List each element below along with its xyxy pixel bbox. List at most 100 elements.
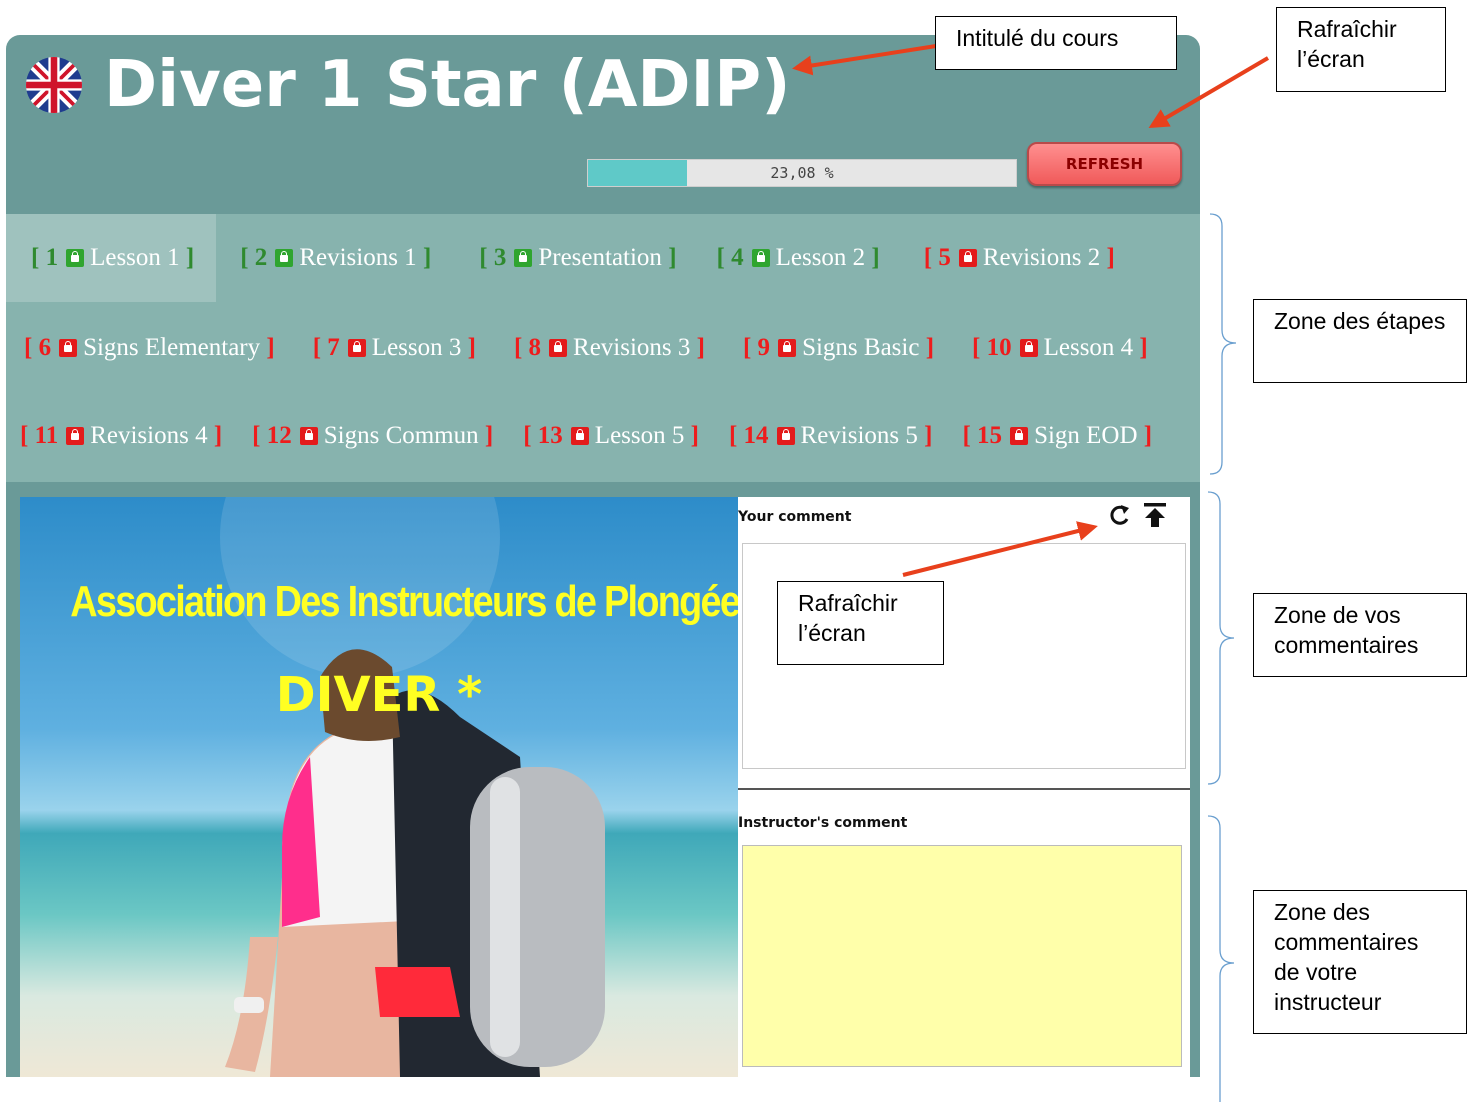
step-10[interactable]: [ 10 Lesson 4 ] [970,304,1150,392]
step-1[interactable]: [ 1 Lesson 1 ] [6,214,217,302]
step-bracket: ] [924,422,933,449]
step-bracket: ] [1139,334,1148,361]
step-3[interactable]: [ 3 Presentation ] [477,214,678,302]
annotation-instructor-zone: Zone des commentaires de votre instructe… [1253,890,1467,1034]
step-label: Revisions 2 ] [982,244,1115,271]
image-subtitle: DIVER * [275,667,483,723]
lock-icon [66,427,85,445]
unlocked-icon [66,249,85,267]
step-label: Signs Elementary ] [83,334,275,361]
annotation-course-title: Intitulé du cours [935,16,1177,70]
step-14[interactable]: [ 14 Revisions 5 ] [727,392,935,480]
step-bracket: ] [1143,422,1153,449]
steps-row: [ 6 Signs Elementary ] [ 7 Lesson 3 ] [ 8 Rev… [6,304,1200,392]
lock-icon [958,249,977,267]
step-9[interactable]: [ 9 Signs Basic ] [741,304,936,392]
step-4[interactable]: [ 4 Lesson 2 ] [715,214,882,302]
step-number: [ 8 [513,334,542,361]
step-number: [ 10 [972,334,1012,361]
step-label: Revisions 4 ] [90,422,223,449]
step-number: [ 5 [923,244,951,271]
step-label: Lesson 4 ] [1043,334,1148,361]
progress-text: 23,08 % [770,164,834,182]
step-label: Revisions 1 ] [299,244,432,271]
step-bracket: ] [1106,244,1115,271]
step-bracket: ] [185,244,195,271]
step-12[interactable]: [ 12 Signs Commun ] [250,392,495,480]
lock-icon [778,339,797,357]
step-bracket: ] [668,244,677,271]
step-number: [ 14 [728,422,769,449]
refresh-button[interactable]: REFRESH [1027,142,1182,186]
image-title: Association Des Instructeurs de Plongée [70,577,738,626]
step-2[interactable]: [ 2 Revisions 1 ] [238,214,433,302]
steps-row: [ 11 Revisions 4 ] [ 12 Signs Commun ] [ 13 L… [6,392,1200,480]
step-bracket: ] [213,422,223,449]
step-label: Lesson 5 ] [594,422,699,449]
lock-icon [59,339,78,357]
lock-icon [1019,339,1038,357]
step-number: [ 12 [252,422,292,449]
step-13[interactable]: [ 13 Lesson 5 ] [521,392,701,480]
title-row: Diver 1 Star (ADIP) [26,45,790,125]
lock-icon [1010,427,1029,445]
course-image: Association Des Instructeurs de Plongée … [20,497,738,1077]
unlocked-icon [514,249,533,267]
annotation-refresh-comment: Rafraîchir l’écran [777,581,944,665]
step-number: [ 3 [479,244,507,271]
comment-divider [738,788,1190,790]
steps-row: [ 1 Lesson 1 ] [ 2 Revisions 1 ] [ 3 Presenta… [6,214,1200,302]
step-11[interactable]: [ 11 Revisions 4 ] [18,392,224,480]
lock-icon [570,427,589,445]
step-bracket: ] [925,334,935,361]
step-7[interactable]: [ 7 Lesson 3 ] [311,304,478,392]
instructor-comment-label: Instructor's comment [738,815,908,831]
progress-bar: 23,08 % [587,159,1017,187]
step-label: Lesson 2 ] [775,244,880,271]
step-label: Lesson 1 ] [90,244,195,271]
uk-flag-icon [26,57,82,113]
step-number: [ 7 [312,334,340,361]
step-label: Revisions 3 ] [573,334,705,361]
step-bracket: ] [871,244,880,271]
step-bracket: ] [484,422,494,449]
annotation-refresh-top: Rafraîchir l’écran [1276,7,1446,92]
lock-icon [299,427,318,445]
step-15[interactable]: [ 15 Sign EOD ] [960,392,1154,480]
step-bracket: ] [467,334,476,361]
step-number: [ 9 [742,334,771,361]
step-label: Presentation ] [538,244,677,271]
step-bracket: ] [690,422,699,449]
step-label: Signs Commun ] [323,422,494,449]
lock-icon [347,339,366,357]
unlocked-icon [751,249,770,267]
step-number: [ 2 [240,244,268,271]
step-label: Sign EOD ] [1034,422,1153,449]
your-comment-label: Your comment [738,509,852,525]
step-8[interactable]: [ 8 Revisions 3 ] [512,304,707,392]
step-5[interactable]: [ 5 Revisions 2 ] [922,214,1117,302]
instructor-comment-box [742,845,1182,1067]
step-bracket: ] [696,334,705,361]
step-number: [ 4 [716,244,744,271]
step-6[interactable]: [ 6 Signs Elementary ] [22,304,277,392]
step-number: [ 6 [24,334,52,361]
lock-icon [549,339,568,357]
annotation-steps-zone: Zone des étapes [1253,299,1467,383]
step-bracket: ] [422,244,432,271]
step-label: Revisions 5 ] [800,422,933,449]
refresh-icon[interactable] [1106,501,1132,529]
step-label: Signs Basic ] [802,334,935,361]
upload-icon[interactable] [1142,501,1168,529]
step-label: Lesson 3 ] [371,334,476,361]
unlocked-icon [275,249,294,267]
step-number: [ 11 [20,422,59,449]
lock-icon [776,427,795,445]
step-bracket: ] [266,334,275,361]
steps-zone: [ 1 Lesson 1 ] [ 2 Revisions 1 ] [ 3 Presenta… [6,214,1200,482]
step-number: [ 1 [31,244,59,271]
course-title: Diver 1 Star (ADIP) [104,48,791,122]
step-number: [ 13 [523,422,563,449]
annotation-your-comments-zone: Zone de vos commentaires [1253,593,1467,677]
step-number: [ 15 [962,422,1003,449]
